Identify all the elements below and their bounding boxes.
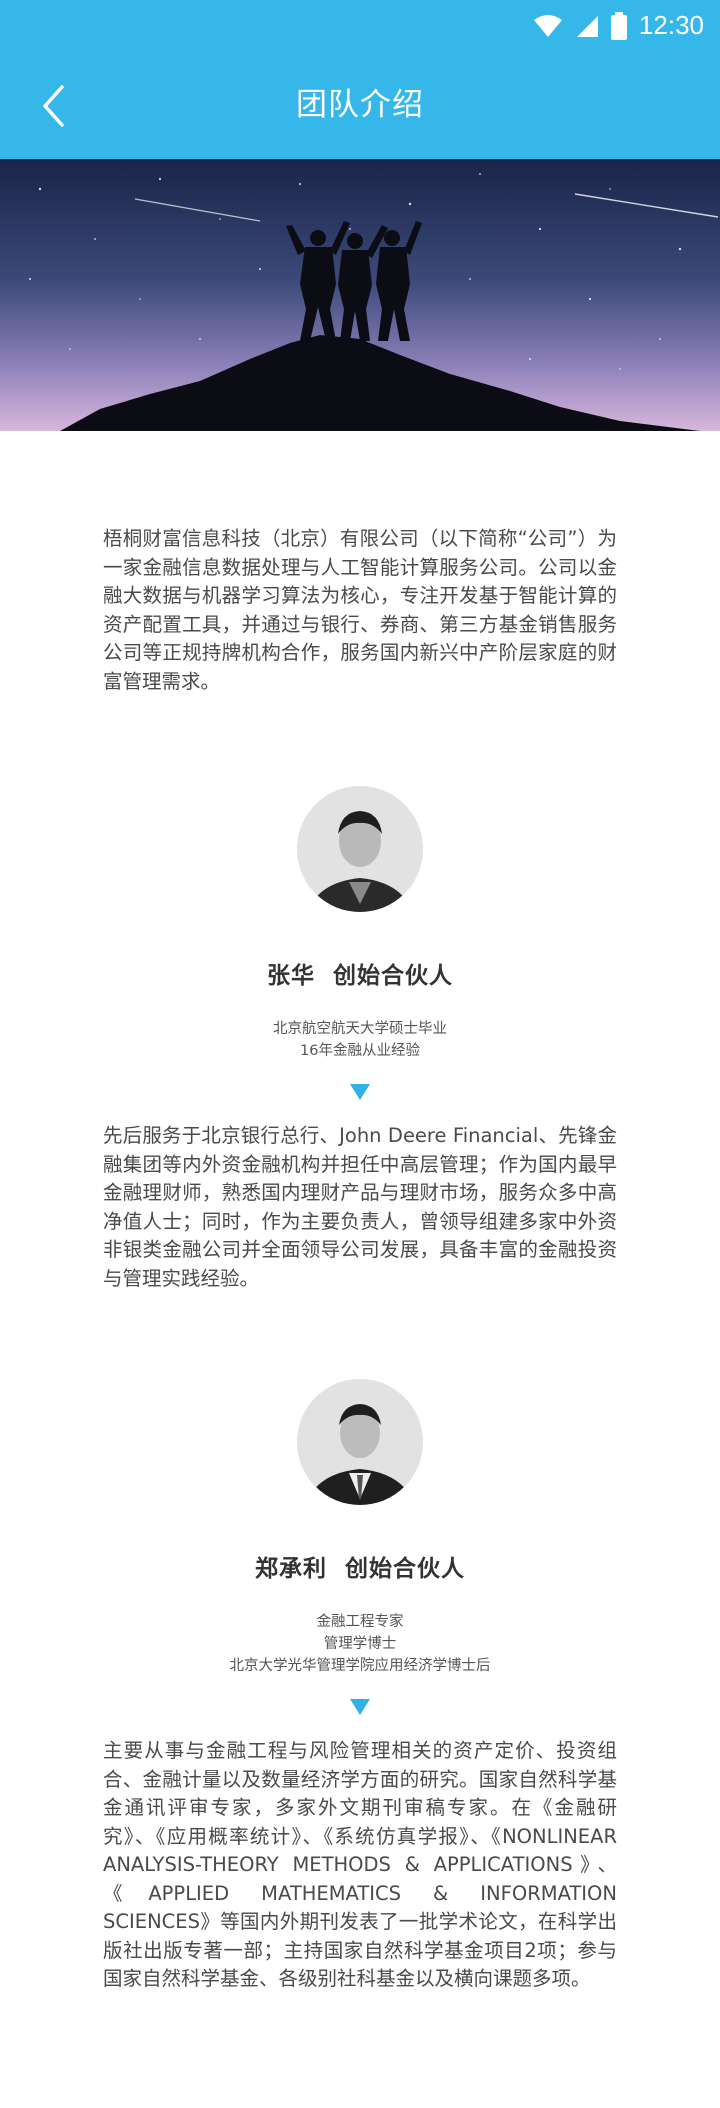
credential-line: 16年金融从业经验 [300, 1043, 420, 1059]
credential-line: 北京大学光华管理学院应用经济学博士后 [229, 1658, 491, 1674]
wifi-icon [533, 14, 562, 37]
avatar [297, 1379, 423, 1505]
triangle-down-icon [350, 1699, 370, 1715]
company-intro: 梧桐财富信息科技（北京）有限公司（以下简称“公司”）为一家金融信息数据处理与人工… [103, 527, 617, 693]
status-time: 12:30 [638, 10, 704, 40]
status-bar: 12:30 [0, 0, 720, 52]
page-title: 团队介绍 [296, 87, 424, 123]
member-card: 郑承利 创始合伙人 金融工程专家 管理学博士 北京大学光华管理学院应用经济学博士… [103, 1379, 617, 1715]
member-card: 张华 创始合伙人 北京航空航天大学硕士毕业 16年金融从业经验 [103, 786, 617, 1100]
signal-icon [576, 15, 598, 37]
hero-banner-image [0, 159, 720, 431]
credential-line: 金融工程专家 [316, 1614, 404, 1630]
member-credentials: 北京航空航天大学硕士毕业 16年金融从业经验 [103, 1018, 617, 1062]
member-name: 郑承利 创始合伙人 [254, 1556, 465, 1582]
avatar [297, 786, 423, 912]
credential-line: 北京航空航天大学硕士毕业 [273, 1021, 447, 1037]
member-name: 张华 创始合伙人 [266, 963, 453, 989]
member-bio: 主要从事与金融工程与风险管理相关的资产定价、投资组合、金融计量以及数量经济学方面… [103, 1739, 617, 1990]
member-credentials: 金融工程专家 管理学博士 北京大学光华管理学院应用经济学博士后 [103, 1611, 617, 1677]
app-bar: 团队介绍 [0, 52, 720, 159]
credential-line: 管理学博士 [323, 1636, 397, 1652]
member-bio: 先后服务于北京银行总行、John Deere Financial、先锋金融集团等… [103, 1124, 617, 1290]
battery-icon [610, 11, 627, 40]
triangle-down-icon [350, 1084, 370, 1100]
